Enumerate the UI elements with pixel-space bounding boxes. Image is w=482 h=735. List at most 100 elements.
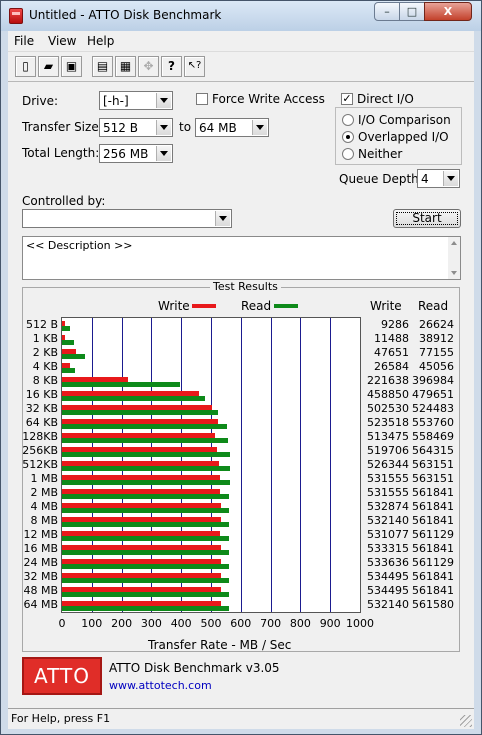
read-value: 561129: [412, 556, 454, 569]
read-bar: [62, 452, 231, 457]
main-panel: Drive: [-h-] Force Write Access ✓ Direct…: [8, 81, 474, 709]
chevron-down-icon[interactable]: [252, 120, 267, 135]
description-text: << Description >>: [26, 239, 133, 252]
read-bar: [62, 326, 70, 331]
read-value: 479651: [412, 388, 454, 401]
transfer-size-label: Transfer Size:: [22, 120, 103, 134]
website-link[interactable]: www.attotech.com: [109, 679, 212, 692]
description-textarea[interactable]: << Description >>: [22, 236, 461, 280]
start-button[interactable]: Start: [393, 209, 461, 228]
print-icon[interactable]: ▤: [92, 56, 113, 77]
close-button[interactable]: X: [424, 2, 472, 21]
app-icon[interactable]: [9, 8, 23, 24]
overlapped-io-radio[interactable]: [342, 131, 354, 143]
read-value: 38912: [419, 332, 454, 345]
direct-io-label: Direct I/O: [357, 92, 414, 106]
help-icon[interactable]: ?: [161, 56, 182, 77]
neither-label: Neither: [358, 147, 403, 161]
chevron-down-icon[interactable]: [443, 171, 458, 186]
y-tick-label: 64 KB: [25, 416, 58, 429]
read-legend-label: Read: [241, 299, 272, 313]
menu-file[interactable]: File: [14, 34, 34, 48]
y-tick-label: 128KB: [22, 430, 58, 443]
read-value: 563151: [412, 472, 454, 485]
transfer-size-from-select[interactable]: 512 B: [99, 118, 173, 137]
window-title: Untitled - ATTO Disk Benchmark: [29, 8, 222, 22]
read-value: 561841: [412, 514, 454, 527]
menu-view[interactable]: View: [48, 34, 76, 48]
chevron-down-icon[interactable]: [156, 146, 171, 161]
move-icon[interactable]: ✥: [138, 56, 159, 77]
grid-line: [240, 318, 242, 612]
force-write-checkbox[interactable]: [196, 93, 208, 105]
save-icon[interactable]: ▣: [61, 56, 82, 77]
title-bar[interactable]: Untitled - ATTO Disk Benchmark – □ X: [1, 1, 481, 31]
x-tick-label: 1000: [346, 617, 374, 630]
context-help-icon[interactable]: ↖?: [184, 56, 205, 77]
read-bar: [62, 592, 230, 597]
queue-depth-select[interactable]: 4: [417, 169, 460, 188]
chevron-down-icon[interactable]: [215, 211, 230, 226]
read-value: 561841: [412, 570, 454, 583]
read-bar: [62, 480, 230, 485]
read-bar: [62, 536, 230, 541]
print-preview-icon[interactable]: ▦: [115, 56, 136, 77]
chevron-down-icon[interactable]: [156, 120, 171, 135]
y-tick-label: 2 MB: [30, 486, 58, 499]
y-tick-label: 48 MB: [23, 584, 58, 597]
menu-help[interactable]: Help: [87, 34, 114, 48]
total-length-value: 256 MB: [103, 147, 149, 161]
read-value: 564315: [412, 444, 454, 457]
read-bar: [62, 368, 76, 373]
transfer-from-value: 512 B: [103, 121, 138, 135]
read-bar: [62, 466, 230, 471]
y-tick-label: 2 KB: [32, 346, 58, 359]
new-document-icon[interactable]: ▯: [15, 56, 36, 77]
read-value: 561129: [412, 528, 454, 541]
read-value: 553760: [412, 416, 454, 429]
y-tick-label: 8 MB: [30, 514, 58, 527]
menu-bar: File View Help: [8, 31, 474, 51]
controlled-by-label: Controlled by:: [22, 194, 106, 208]
read-bar: [62, 424, 228, 429]
product-name: ATTO Disk Benchmark v3.05: [109, 661, 280, 675]
y-tick-label: 32 KB: [25, 402, 58, 415]
read-bar: [62, 410, 219, 415]
read-bar: [62, 354, 85, 359]
toolbar: ▯ ▰ ▣ ▤ ▦ ✥ ? ↖?: [8, 51, 474, 82]
y-tick-label: 16 MB: [23, 542, 58, 555]
total-length-select[interactable]: 256 MB: [99, 144, 173, 163]
chevron-down-icon[interactable]: [156, 93, 171, 108]
atto-logo-text: ATTO: [34, 664, 90, 688]
maximize-button[interactable]: □: [399, 2, 425, 21]
read-bar: [62, 508, 230, 513]
read-bar: [62, 494, 230, 499]
read-bar: [62, 564, 230, 569]
scroll-down-icon[interactable]: [451, 271, 457, 275]
read-value: 77155: [419, 346, 454, 359]
read-value: 558469: [412, 430, 454, 443]
description-scrollbar[interactable]: [448, 237, 460, 279]
read-bar: [62, 396, 205, 401]
transfer-to-value: 64 MB: [199, 121, 237, 135]
force-write-label: Force Write Access: [212, 92, 325, 106]
transfer-size-to-select[interactable]: 64 MB: [195, 118, 269, 137]
direct-io-checkbox[interactable]: ✓: [341, 93, 353, 105]
scroll-up-icon[interactable]: [451, 241, 457, 245]
controlled-by-select[interactable]: [22, 209, 232, 228]
grid-line: [270, 318, 272, 612]
open-folder-icon[interactable]: ▰: [38, 56, 59, 77]
read-value: 563151: [412, 458, 454, 471]
to-label: to: [179, 120, 192, 134]
drive-select[interactable]: [-h-]: [99, 91, 173, 110]
read-bar: [62, 550, 230, 555]
read-bar: [62, 340, 74, 345]
read-value: 524483: [412, 402, 454, 415]
neither-radio[interactable]: [342, 148, 354, 160]
minimize-button[interactable]: –: [374, 2, 400, 21]
y-tick-label: 1 KB: [32, 332, 58, 345]
y-tick-label: 4 MB: [30, 500, 58, 513]
y-tick-label: 16 KB: [25, 388, 58, 401]
io-comparison-radio[interactable]: [342, 114, 354, 126]
resize-grip-icon[interactable]: [460, 715, 472, 727]
